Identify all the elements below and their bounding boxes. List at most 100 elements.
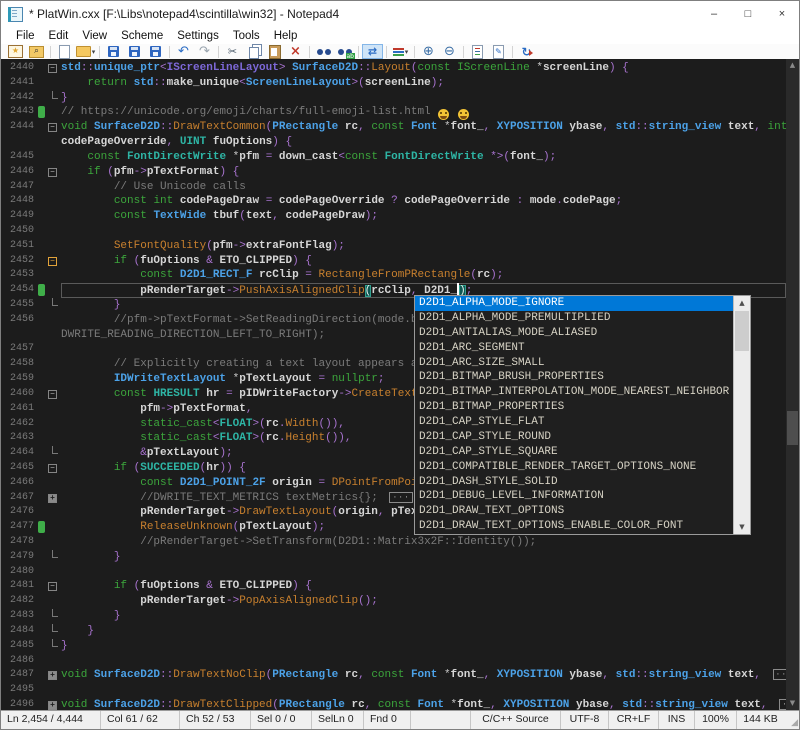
fold-margin[interactable] [46, 357, 61, 372]
line-number[interactable]: 2484 [1, 624, 37, 639]
line-number[interactable] [1, 135, 37, 150]
line-number[interactable]: 2479 [1, 550, 37, 565]
minimize-button[interactable]: – [697, 1, 731, 27]
bookmark-margin[interactable] [37, 283, 46, 298]
fold-toggle[interactable]: − [48, 390, 57, 399]
code-line[interactable]: 2452− if (fuOptions & ETO_CLIPPED) { [1, 254, 786, 269]
status-zoom[interactable]: 100% [694, 711, 736, 729]
line-number[interactable]: 2481 [1, 579, 37, 594]
line-number[interactable]: 2495 [1, 683, 37, 698]
bookmark-margin[interactable] [37, 387, 46, 402]
zoom-in-button[interactable]: ⊕ [418, 44, 439, 59]
code-line[interactable]: 2487+void SurfaceD2D::DrawTextNoClip(PRe… [1, 668, 786, 683]
fold-margin[interactable]: − [46, 254, 61, 269]
line-number[interactable]: 2465 [1, 461, 37, 476]
scroll-down-icon[interactable]: ▼ [734, 520, 750, 534]
zoom-out-button[interactable]: ⊖ [439, 44, 460, 59]
line-number[interactable]: 2477 [1, 520, 37, 535]
code-text[interactable] [61, 565, 786, 580]
bookmark-margin[interactable] [37, 135, 46, 150]
code-line[interactable]: 2496+void SurfaceD2D::DrawTextClipped(PR… [1, 698, 786, 710]
bookmark-margin[interactable] [37, 505, 46, 520]
code-line[interactable]: 2451 SetFontQuality(pfm->extraFontFlag); [1, 239, 786, 254]
code-text[interactable] [61, 654, 786, 669]
bookmark-margin[interactable] [37, 402, 46, 417]
code-line[interactable]: 2479 } [1, 550, 786, 565]
line-number[interactable]: 2443 [1, 105, 37, 120]
fold-margin[interactable] [46, 342, 61, 357]
status-eol[interactable]: CR+LF [608, 711, 658, 729]
view-favorites-button[interactable]: ★ [5, 44, 26, 59]
select-scheme-button[interactable]: ▾ [390, 44, 411, 59]
replace-button[interactable]: ab [334, 44, 355, 59]
line-number[interactable]: 2453 [1, 268, 37, 283]
scroll-up-icon[interactable]: ▲ [786, 59, 799, 72]
line-number[interactable]: 2445 [1, 150, 37, 165]
save-copy-button[interactable] [145, 44, 166, 59]
line-number[interactable]: 2483 [1, 609, 37, 624]
bookmark-margin[interactable] [37, 298, 46, 313]
save-as-button[interactable] [124, 44, 145, 59]
code-line[interactable]: 2442} [1, 91, 786, 106]
bookmark-margin[interactable] [37, 180, 46, 195]
fold-margin[interactable] [46, 565, 61, 580]
bookmark-margin[interactable] [37, 61, 46, 76]
scroll-down-icon[interactable]: ▼ [786, 697, 799, 710]
find-button[interactable] [313, 44, 334, 59]
fold-margin[interactable] [46, 372, 61, 387]
line-number[interactable]: 2442 [1, 91, 37, 106]
status-find-count[interactable]: Fnd 0 [364, 711, 411, 729]
fold-margin[interactable] [46, 535, 61, 550]
bookmark-margin[interactable] [37, 328, 46, 343]
code-text[interactable]: std::unique_ptr<IScreenLineLayout> Surfa… [61, 61, 786, 76]
line-number[interactable]: 2447 [1, 180, 37, 195]
code-line[interactable]: 2444−void SurfaceD2D::DrawTextCommon(PRe… [1, 120, 786, 135]
status-selection[interactable]: Sel 0 / 0 [251, 711, 312, 729]
menu-file[interactable]: File [9, 30, 42, 42]
bookmark-margin[interactable] [37, 357, 46, 372]
code-line[interactable]: 2448 const int codePageDraw = codePageOv… [1, 194, 786, 209]
line-number[interactable]: 2446 [1, 165, 37, 180]
bookmark-margin[interactable] [37, 209, 46, 224]
autocomplete-item[interactable]: D2D1_BITMAP_BRUSH_PROPERTIES [415, 370, 733, 385]
autocomplete-item[interactable]: D2D1_CAP_STYLE_FLAT [415, 415, 733, 430]
autocomplete-list[interactable]: D2D1_ALPHA_MODE_IGNORED2D1_ALPHA_MODE_PR… [415, 296, 733, 534]
maximize-button[interactable]: □ [731, 1, 765, 27]
bookmark-margin[interactable] [37, 683, 46, 698]
code-text[interactable]: const TextWide tbuf(text, codePageDraw); [61, 209, 786, 224]
code-line[interactable]: 2445 const FontDirectWrite *pfm = down_c… [1, 150, 786, 165]
menu-tools[interactable]: Tools [226, 30, 267, 42]
code-text[interactable]: return std::make_unique<ScreenLineLayout… [61, 76, 786, 91]
bookmark-margin[interactable] [37, 535, 46, 550]
line-number[interactable]: 2454 [1, 283, 37, 298]
menu-view[interactable]: View [75, 30, 114, 42]
code-line[interactable]: 2481− if (fuOptions & ETO_CLIPPED) { [1, 579, 786, 594]
code-line[interactable]: 2447 // Use Unicode calls [1, 180, 786, 195]
code-line[interactable]: 2443// https://unicode.org/emoji/charts/… [1, 105, 786, 120]
menu-help[interactable]: Help [267, 30, 305, 42]
code-text[interactable]: void SurfaceD2D::DrawTextNoClip(PRectang… [61, 668, 786, 683]
bookmark-margin[interactable] [37, 476, 46, 491]
status-column[interactable]: Col 61 / 62 [101, 711, 180, 729]
bookmark-margin[interactable] [37, 609, 46, 624]
autocomplete-item[interactable]: D2D1_DASH_STYLE_SOLID [415, 475, 733, 490]
code-text[interactable] [61, 224, 786, 239]
line-number[interactable]: 2482 [1, 594, 37, 609]
close-button[interactable]: × [765, 1, 799, 27]
fold-toggle[interactable]: − [48, 123, 57, 132]
paste-button[interactable] [264, 44, 285, 59]
bookmark-margin[interactable] [37, 565, 46, 580]
bookmark-margin[interactable] [37, 254, 46, 269]
autocomplete-item[interactable]: D2D1_CAP_STYLE_SQUARE [415, 445, 733, 460]
line-number[interactable]: 2449 [1, 209, 37, 224]
fold-margin[interactable]: − [46, 579, 61, 594]
line-number[interactable]: 2480 [1, 565, 37, 580]
fold-margin[interactable] [46, 76, 61, 91]
fold-margin[interactable] [46, 313, 61, 328]
edit-doc-button[interactable]: ✎ [488, 44, 509, 59]
open-file-button[interactable]: ▾ [75, 44, 96, 59]
line-number[interactable]: 2462 [1, 417, 37, 432]
code-text[interactable]: if (pfm->pTextFormat) { [61, 165, 786, 180]
scrollbar-thumb[interactable] [735, 311, 749, 351]
fold-margin[interactable]: − [46, 120, 61, 135]
